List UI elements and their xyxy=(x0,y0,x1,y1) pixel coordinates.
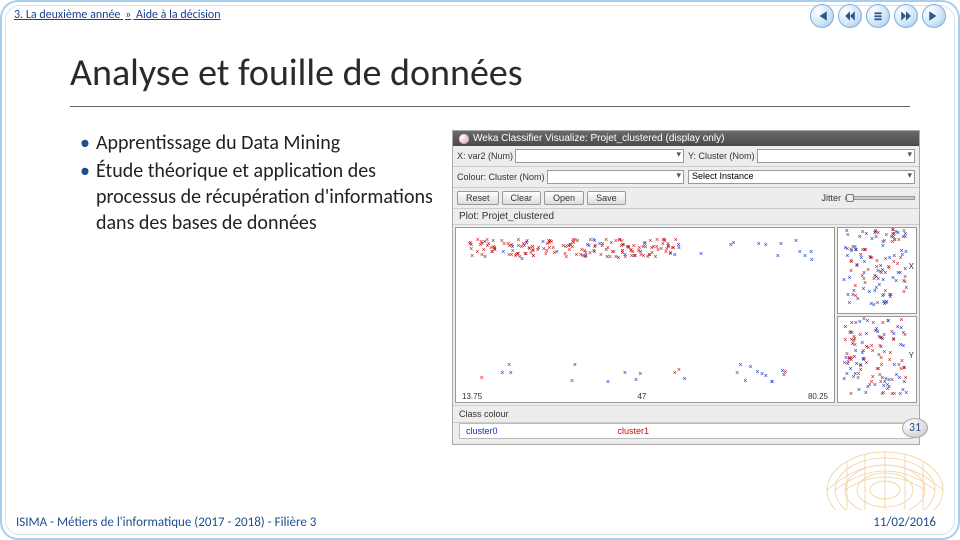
weka-legend-title: Class colour xyxy=(459,409,509,419)
weka-x-label: X: var2 (Num) xyxy=(457,151,513,161)
weka-jitter-slider[interactable] xyxy=(845,196,915,200)
footer-left: ISIMA - Métiers de l'informatique (2017 … xyxy=(16,515,316,530)
weka-plot-main[interactable]: 13.75 47 80.25 ×××××××××××××××××××××××××… xyxy=(455,227,835,403)
window-close-icon[interactable] xyxy=(459,134,469,144)
footer-right: 11/02/2016 xyxy=(873,515,936,530)
weka-x-dropdown[interactable] xyxy=(515,149,684,163)
title-underline xyxy=(70,106,910,107)
mini-y-label: Y xyxy=(909,351,914,360)
weka-mini-plot-x[interactable]: X×××××××××××××××××××××××××××××××××××××××… xyxy=(837,227,917,314)
bullet-list: •Apprentissage du Data Mining •Étude thé… xyxy=(80,130,440,445)
weka-window: Weka Classifier Visualize: Projet_cluste… xyxy=(452,130,920,445)
breadcrumb: 3. La deuxième année » Aide à la décisio… xyxy=(14,8,221,22)
weka-clear-button[interactable]: Clear xyxy=(502,191,542,205)
legend-cluster0: cluster0 xyxy=(466,426,498,436)
breadcrumb-separator: » xyxy=(125,8,131,22)
weka-y-label: Y: Cluster (Nom) xyxy=(688,151,755,161)
weka-y-dropdown[interactable] xyxy=(757,149,915,163)
bullet-1: Apprentissage du Data Mining xyxy=(96,130,340,156)
weka-jitter-label: Jitter xyxy=(821,193,841,203)
nav-next-button[interactable] xyxy=(894,4,918,28)
nav-last-button[interactable] xyxy=(922,4,946,28)
weka-select-dropdown[interactable]: Select Instance xyxy=(688,170,915,184)
weka-mini-plot-y[interactable]: Y×××××××××××××××××××××××××××××××××××××××… xyxy=(837,316,917,403)
weka-save-button[interactable]: Save xyxy=(587,191,626,205)
weka-reset-button[interactable]: Reset xyxy=(457,191,499,205)
weka-window-title: Weka Classifier Visualize: Projet_cluste… xyxy=(473,133,724,144)
nav-controls xyxy=(810,4,946,28)
legend-cluster1: cluster1 xyxy=(618,426,650,436)
page-number-badge: 31 xyxy=(902,418,928,438)
weka-titlebar: Weka Classifier Visualize: Projet_cluste… xyxy=(453,131,919,146)
x-tick-2: 80.25 xyxy=(808,392,828,401)
breadcrumb-part2[interactable]: Aide à la décision xyxy=(136,8,221,22)
breadcrumb-part1[interactable]: 3. La deuxième année xyxy=(14,8,120,22)
weka-open-button[interactable]: Open xyxy=(544,191,584,205)
weka-plot-title: Plot: Projet_clustered xyxy=(453,209,919,225)
weka-colour-dropdown[interactable] xyxy=(547,170,684,184)
nav-prev-button[interactable] xyxy=(838,4,862,28)
bullet-2: Étude théorique et application des proce… xyxy=(96,158,440,236)
nav-menu-button[interactable] xyxy=(866,4,890,28)
mini-x-label: X xyxy=(909,262,914,271)
weka-colour-label: Colour: Cluster (Nom) xyxy=(457,172,545,182)
slide-title: Analyse et fouille de données xyxy=(70,50,523,96)
x-tick-1: 47 xyxy=(637,392,646,401)
nav-first-button[interactable] xyxy=(810,4,834,28)
weka-legend: cluster0 cluster1 xyxy=(459,423,913,439)
x-tick-0: 13.75 xyxy=(462,392,482,401)
